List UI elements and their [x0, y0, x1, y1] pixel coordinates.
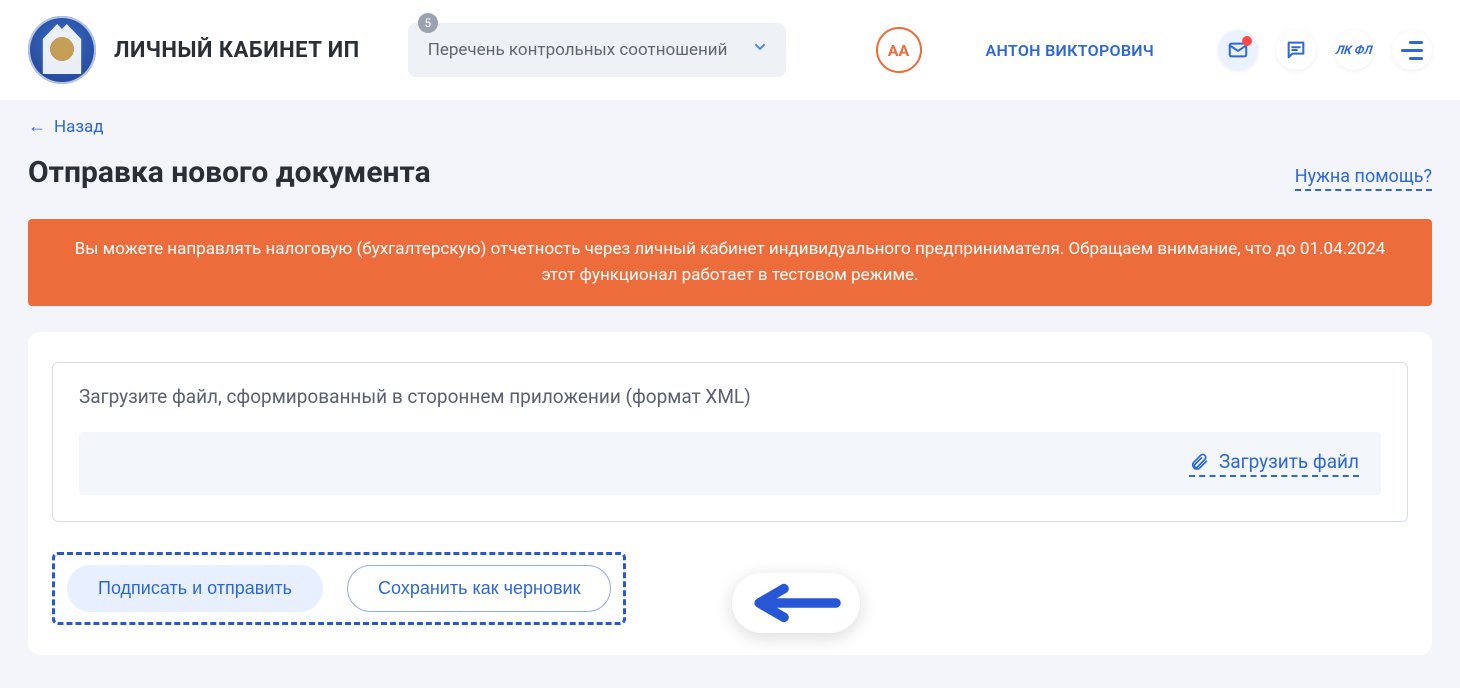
- save-draft-button[interactable]: Сохранить как черновик: [347, 565, 611, 612]
- save-draft-label: Сохранить как черновик: [378, 578, 580, 598]
- avatar-initials: AA: [888, 41, 910, 60]
- upload-link-label: Загрузить файл: [1219, 450, 1359, 473]
- site-title: ЛИЧНЫЙ КАБИНЕТ ИП: [114, 38, 360, 63]
- alert-text: Вы можете направлять налоговую (бухгалте…: [75, 239, 1386, 285]
- upload-bar: Загрузить файл: [79, 432, 1381, 495]
- form-card: Загрузите файл, сформированный в сторонн…: [28, 332, 1432, 655]
- sign-send-label: Подписать и отправить: [98, 578, 292, 598]
- logo-block: ЛИЧНЫЙ КАБИНЕТ ИП: [28, 16, 360, 84]
- chat-button[interactable]: [1276, 30, 1316, 70]
- upload-box: Загрузите файл, сформированный в сторонн…: [52, 362, 1408, 522]
- mail-button[interactable]: [1218, 30, 1258, 70]
- arrow-left-fat-icon: [748, 583, 844, 623]
- help-link[interactable]: Нужна помощь?: [1295, 166, 1432, 191]
- avatar[interactable]: AA: [876, 27, 922, 73]
- arrow-callout: [732, 573, 860, 633]
- title-row: Отправка нового документа Нужна помощь?: [28, 155, 1432, 191]
- emblem-icon: [28, 16, 96, 84]
- relations-dropdown[interactable]: 5 Перечень контрольных соотношений: [408, 23, 786, 77]
- notification-dot-icon: [1242, 36, 1252, 46]
- dropdown-badge: 5: [418, 13, 438, 33]
- header-icons: ЛК ФЛ: [1218, 30, 1432, 70]
- lkfl-button[interactable]: ЛК ФЛ: [1334, 30, 1374, 70]
- sign-send-button[interactable]: Подписать и отправить: [67, 565, 323, 612]
- back-label: Назад: [54, 117, 104, 137]
- chevron-down-icon: [752, 39, 768, 61]
- dropdown-label: Перечень контрольных соотношений: [428, 40, 728, 60]
- upload-title: Загрузите файл, сформированный в сторонн…: [79, 385, 1381, 408]
- page-title: Отправка нового документа: [28, 155, 431, 190]
- alert-banner: Вы можете направлять налоговую (бухгалте…: [28, 219, 1432, 306]
- actions-highlight: Подписать и отправить Сохранить как черн…: [52, 552, 626, 625]
- menu-button[interactable]: [1392, 30, 1432, 70]
- user-name[interactable]: АНТОН ВИКТОРОВИЧ: [986, 41, 1154, 60]
- arrow-left-icon: ←: [28, 116, 46, 137]
- burger-icon: [1401, 41, 1423, 60]
- paperclip-icon: [1189, 452, 1209, 472]
- back-link[interactable]: ← Назад: [28, 116, 104, 137]
- lkfl-label: ЛК ФЛ: [1335, 43, 1373, 57]
- chat-icon: [1285, 39, 1307, 61]
- header: ЛИЧНЫЙ КАБИНЕТ ИП 5 Перечень контрольных…: [0, 0, 1460, 100]
- upload-file-link[interactable]: Загрузить файл: [1189, 450, 1359, 477]
- content: ← Назад Отправка нового документа Нужна …: [0, 100, 1460, 675]
